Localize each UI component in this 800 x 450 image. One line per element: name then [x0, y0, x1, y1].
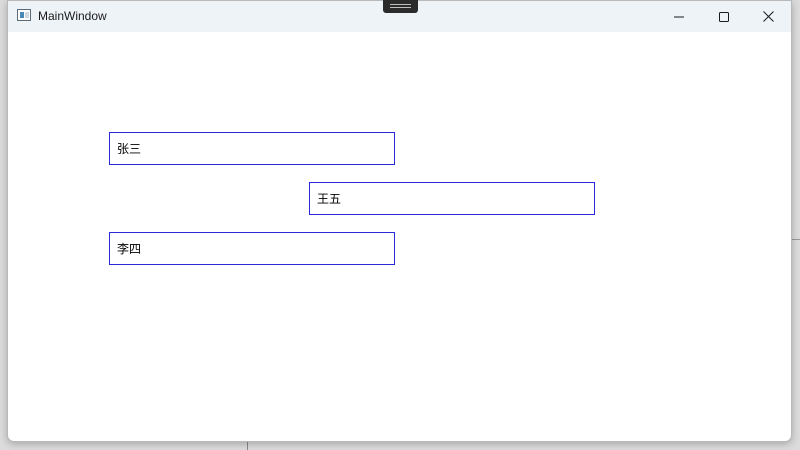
maximize-button[interactable] — [701, 1, 746, 32]
window-title: MainWindow — [38, 9, 107, 23]
snap-layout-handle[interactable] — [383, 0, 418, 13]
minimize-button[interactable] — [656, 1, 701, 32]
app-window-icon — [17, 9, 31, 21]
name-textbox-2[interactable] — [309, 182, 595, 215]
main-window: MainWindow — [7, 0, 792, 442]
close-icon — [763, 11, 774, 22]
name-textbox-1[interactable] — [109, 132, 395, 165]
maximize-icon — [718, 11, 729, 22]
name-textbox-3[interactable] — [109, 232, 395, 265]
minimize-icon — [673, 16, 684, 17]
close-button[interactable] — [746, 1, 791, 32]
